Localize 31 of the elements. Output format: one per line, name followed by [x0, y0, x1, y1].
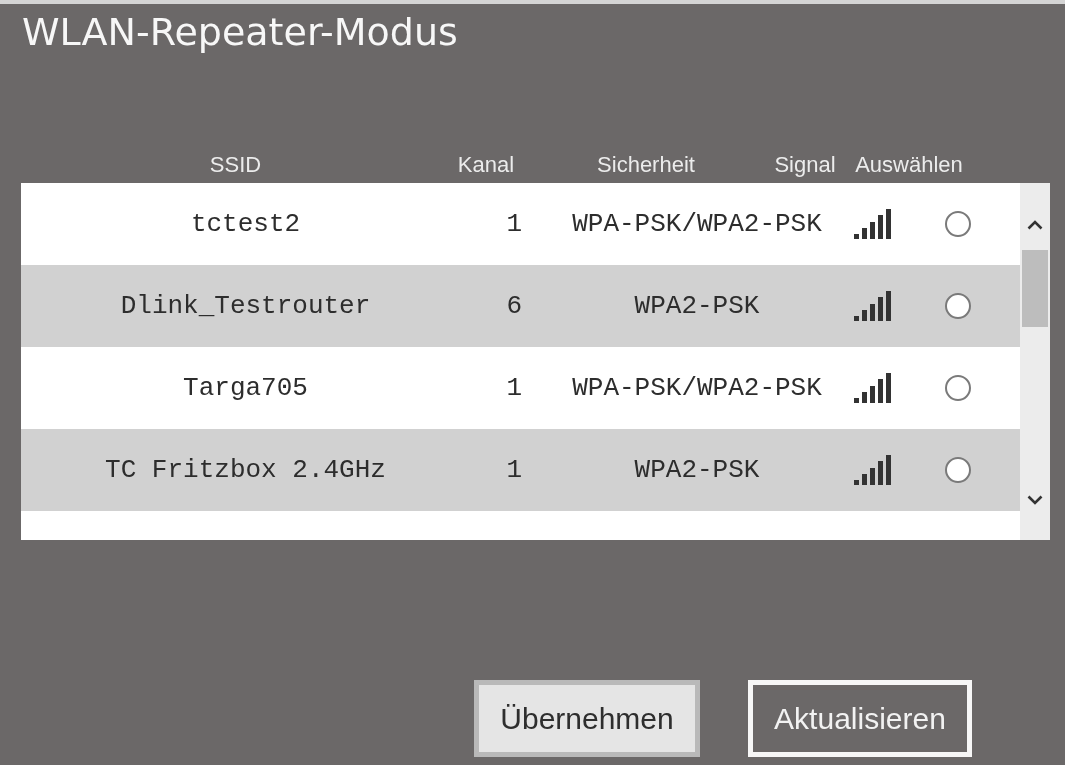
security-type: WPA2-PSK	[634, 290, 760, 322]
refresh-button[interactable]: Aktualisieren	[748, 680, 972, 757]
column-header: Sicherheit	[597, 152, 695, 177]
radio-button[interactable]	[944, 211, 971, 237]
column-header: SSID	[209, 152, 262, 177]
signal-bars-icon	[853, 455, 891, 485]
radio-button[interactable]	[944, 457, 971, 483]
channel-number: 1	[506, 208, 522, 240]
column-header: Kanal	[457, 152, 515, 177]
page-title: WLAN-Repeater-Modus	[22, 9, 458, 55]
signal-bars-icon	[853, 291, 891, 321]
channel-number: 6	[506, 290, 522, 322]
network-name: tctest2	[190, 208, 301, 240]
radio-button[interactable]	[944, 293, 971, 319]
security-type: WPA2-PSK	[634, 454, 760, 486]
scrollbar-thumb[interactable]	[1022, 250, 1048, 327]
chevron-down-icon[interactable]	[1027, 495, 1043, 505]
security-type: WPA-PSK/WPA2-PSK	[572, 208, 822, 240]
network-name: Targa705	[183, 372, 308, 404]
column-header: Signal	[774, 152, 836, 177]
security-type: WPA-PSK/WPA2-PSK	[572, 372, 822, 404]
network-name: TC Fritzbox 2.4GHz	[105, 454, 386, 486]
signal-bars-icon	[853, 209, 891, 239]
radio-button[interactable]	[944, 375, 971, 401]
column-header: Auswählen	[855, 152, 963, 177]
channel-number: 1	[506, 454, 522, 486]
chevron-up-icon[interactable]	[1027, 220, 1043, 230]
network-name: Dlink_Testrouter	[120, 290, 371, 322]
signal-bars-icon	[853, 373, 891, 403]
channel-number: 1	[506, 372, 522, 404]
apply-button[interactable]: Übernehmen	[474, 680, 700, 757]
